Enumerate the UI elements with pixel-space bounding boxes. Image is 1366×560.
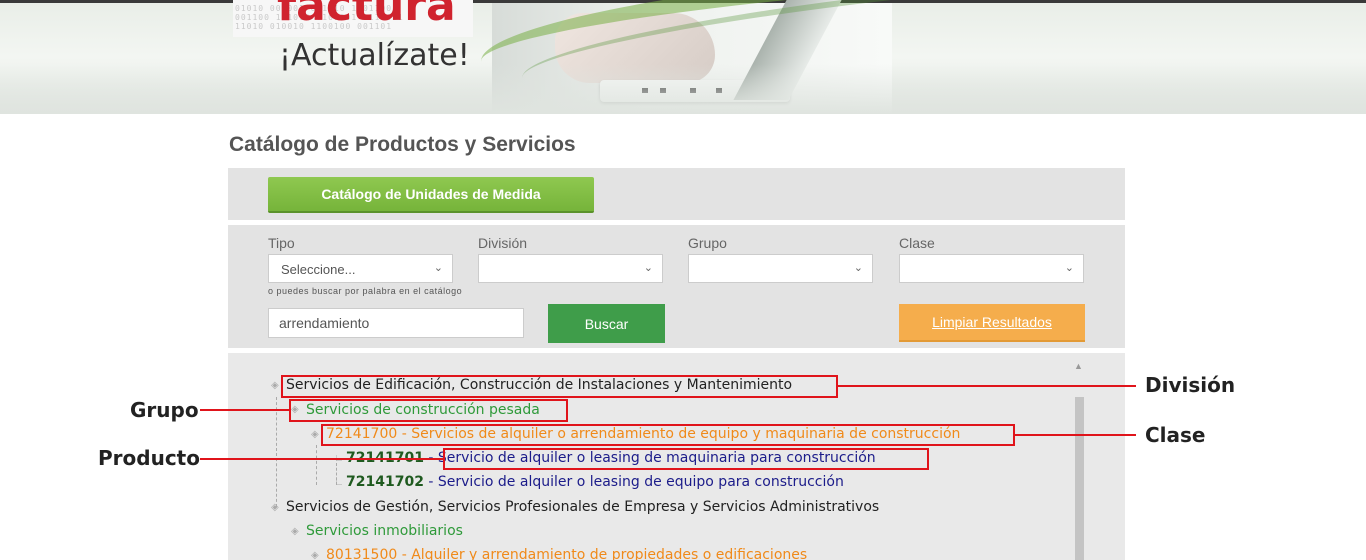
annotation-producto: Producto — [98, 446, 200, 470]
tree-connector — [316, 445, 317, 485]
chevron-down-icon: ⌄ — [433, 262, 443, 274]
leaf-connector-icon: ∟ — [334, 477, 344, 488]
highlight-division-line — [838, 385, 1136, 387]
highlight-clase-line — [1015, 434, 1136, 436]
tree-connector — [276, 397, 277, 507]
scrollbar[interactable] — [1075, 397, 1084, 560]
clase-select[interactable]: ⌄ — [899, 254, 1084, 283]
annotation-division: División — [1145, 373, 1236, 397]
highlight-producto-box — [443, 448, 929, 470]
highlight-clase-box — [321, 424, 1015, 446]
producto-text: - Servicio de alquiler o leasing de equi… — [423, 474, 844, 490]
highlight-producto-line — [200, 458, 443, 460]
search-input[interactable] — [268, 308, 524, 338]
highlight-grupo-box — [289, 399, 568, 422]
units-catalog-button[interactable]: Catálogo de Unidades de Medida — [268, 177, 594, 213]
clase-label: Clase — [899, 235, 935, 251]
scroll-up-icon[interactable]: ▲ — [1074, 361, 1083, 371]
grupo-label: Grupo — [688, 235, 727, 251]
collapse-icon[interactable]: ◈ — [291, 526, 299, 537]
page-title: Catálogo de Productos y Servicios — [229, 133, 576, 156]
chevron-down-icon: ⌄ — [643, 262, 653, 274]
collapse-icon[interactable]: ◈ — [311, 550, 319, 560]
annotation-grupo: Grupo — [130, 398, 199, 422]
factura-logo[interactable]: 01010 001001 001010 1101100 001100 10101… — [233, 0, 473, 37]
search-button[interactable]: Buscar — [548, 304, 665, 343]
search-hint: o puedes buscar por palabra en el catálo… — [268, 286, 463, 296]
grupo-select[interactable]: ⌄ — [688, 254, 873, 283]
chevron-down-icon: ⌄ — [853, 262, 863, 274]
units-panel: Catálogo de Unidades de Medida — [228, 168, 1125, 220]
tree-division-2[interactable]: Servicios de Gestión, Servicios Profesio… — [286, 499, 879, 515]
annotation-clase: Clase — [1145, 423, 1206, 447]
collapse-icon[interactable]: ◈ — [271, 380, 279, 391]
logo-word: factura — [277, 0, 456, 31]
tipo-select-value: Seleccione... — [281, 262, 356, 277]
clear-results-button[interactable]: Limpiar Resultados — [899, 304, 1085, 342]
tree-producto-2[interactable]: 72141702 - Servicio de alquiler o leasin… — [346, 474, 844, 490]
highlight-grupo-line — [200, 409, 289, 411]
header-banner: 01010 001001 001010 1101100 001100 10101… — [0, 0, 1366, 114]
filters-panel: Tipo División Grupo Clase Seleccione... … — [228, 225, 1125, 348]
division-select[interactable]: ⌄ — [478, 254, 663, 283]
division-label: División — [478, 235, 528, 251]
tipo-select[interactable]: Seleccione... ⌄ — [268, 254, 453, 283]
tipo-label: Tipo — [268, 235, 295, 251]
chevron-down-icon: ⌄ — [1064, 262, 1074, 274]
highlight-division-box — [281, 375, 838, 398]
producto-code: 72141702 — [346, 474, 424, 490]
tree-grupo-2[interactable]: Servicios inmobiliarios — [306, 523, 463, 539]
tree-clase-2[interactable]: 80131500 - Alquiler y arrendamiento de p… — [326, 547, 807, 560]
collapse-icon[interactable]: ◈ — [271, 502, 279, 513]
banner-shade — [0, 64, 1366, 114]
collapse-icon[interactable]: ◈ — [311, 429, 319, 440]
slogan: ¡Actualízate! — [279, 38, 470, 73]
